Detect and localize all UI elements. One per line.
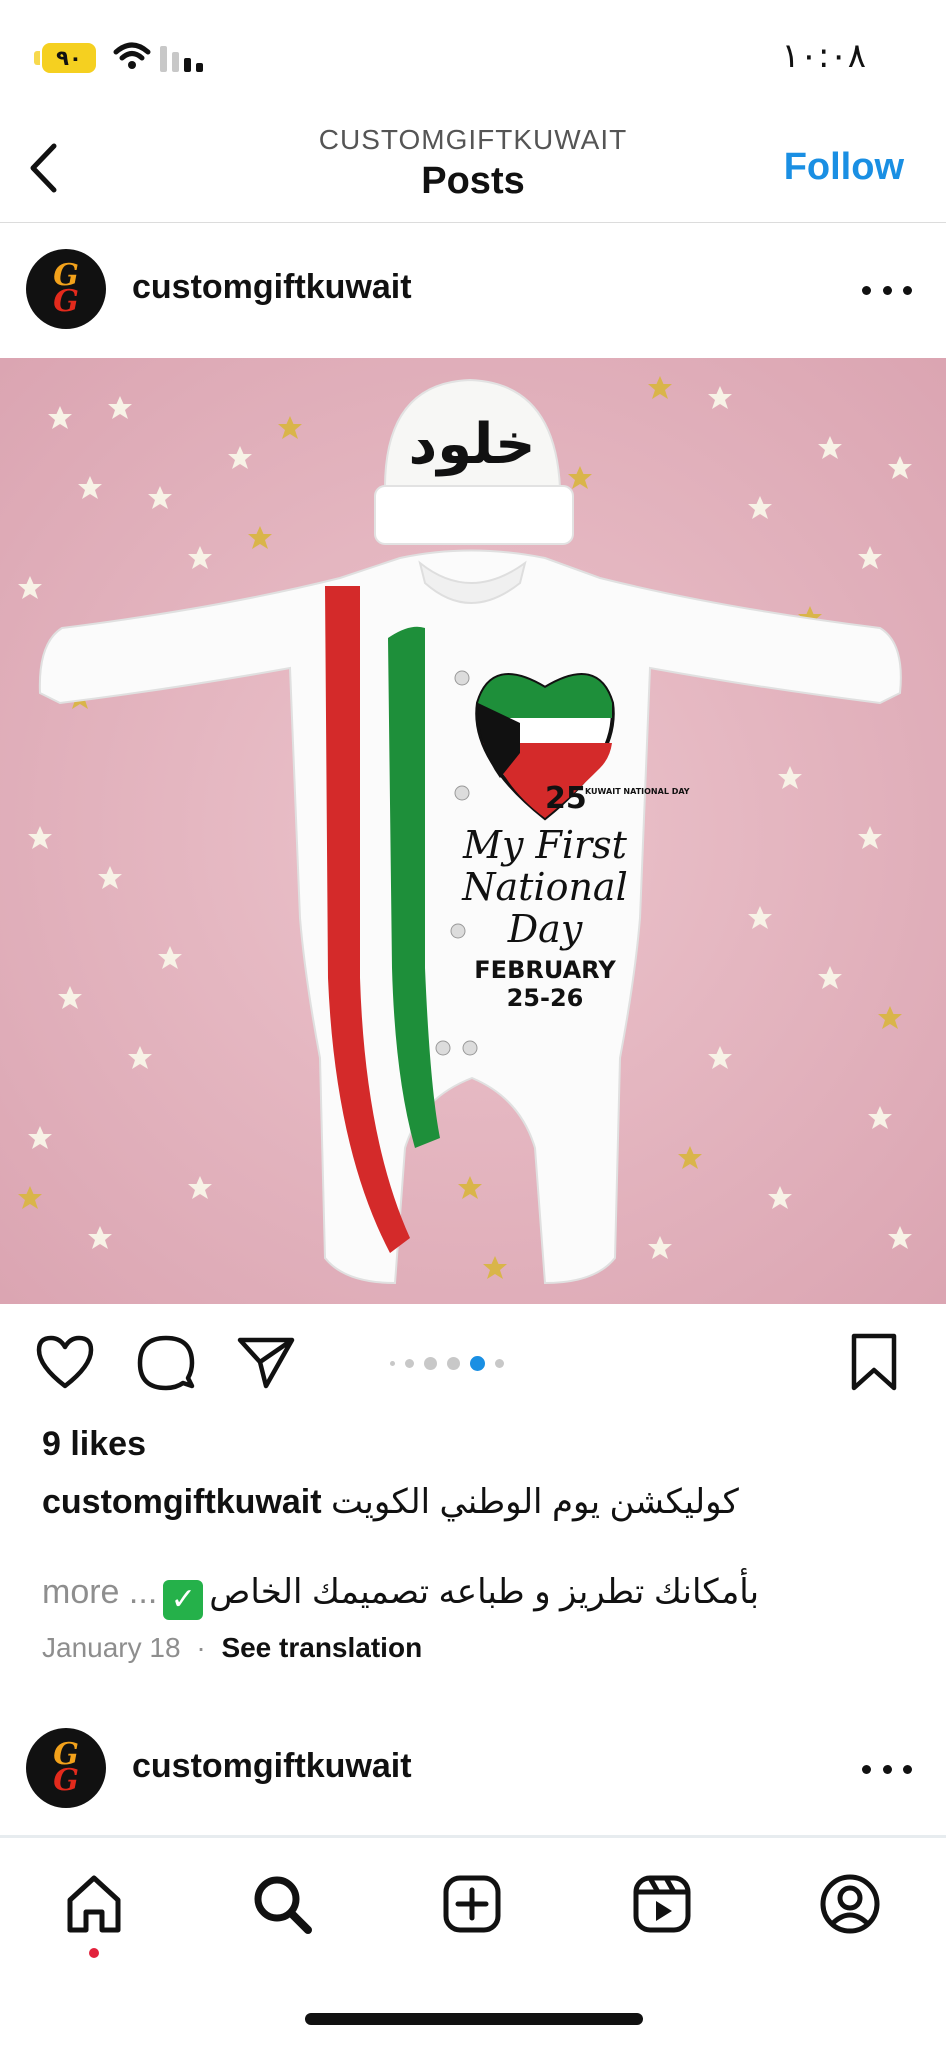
caption: customgiftkuwait كوليكشن يوم الوطني الكو… [42, 1482, 739, 1522]
wifi-icon [113, 42, 151, 69]
post-username[interactable]: customgiftkuwait [132, 268, 412, 307]
post-actions [0, 1330, 946, 1400]
more-dot-icon [903, 1764, 912, 1774]
print-line1: My First [462, 823, 628, 867]
post-meta: January 18 · See translation [42, 1632, 422, 1664]
see-translation-link[interactable]: See translation [221, 1632, 422, 1663]
post-image[interactable]: خلود 25 KUWAIT NATIONAL DAY My First Nat… [0, 358, 946, 1304]
home-icon[interactable] [62, 1872, 126, 1936]
status-time: ١٠:٠٨ [781, 36, 866, 76]
profile-icon[interactable] [818, 1872, 882, 1936]
carousel-dot [424, 1357, 437, 1370]
avatar[interactable]: GG [26, 1728, 106, 1808]
more-options-button[interactable] [862, 280, 912, 300]
print-line2: National [461, 865, 628, 909]
home-indicator [305, 2013, 643, 2025]
search-icon[interactable] [250, 1872, 314, 1936]
battery-tip [34, 51, 40, 65]
cellular-signal-icon [160, 46, 203, 72]
avatar-logo: GG [53, 1737, 79, 1798]
page-header: CUSTOMGIFTKUWAIT Posts Follow [0, 110, 946, 223]
reels-icon[interactable] [630, 1872, 694, 1936]
caption-ellipsis: ... [128, 1573, 158, 1611]
comment-icon[interactable] [134, 1330, 198, 1394]
bottom-navigation [0, 1835, 946, 2048]
heart-number: 25 [545, 781, 587, 816]
more-link[interactable]: more [42, 1573, 119, 1611]
more-dot-icon [862, 1764, 871, 1774]
carousel-indicator [390, 1356, 504, 1371]
save-bookmark-icon[interactable] [842, 1330, 906, 1394]
meta-separator: · [196, 1632, 206, 1663]
battery-indicator: ٩٠ [42, 43, 96, 73]
more-dot-icon [882, 1764, 892, 1774]
more-dot-icon [882, 285, 892, 295]
print-line3: Day [507, 907, 583, 951]
carousel-dot [495, 1359, 504, 1368]
share-send-icon[interactable] [234, 1330, 298, 1394]
carousel-dot-active [470, 1356, 485, 1371]
next-post-header: GG customgiftkuwait [0, 1700, 946, 1833]
print-line4: FEBRUARY [474, 956, 616, 984]
caption-text: كوليكشن يوم الوطني الكويت [331, 1483, 739, 1521]
avatar[interactable]: GG [26, 249, 106, 329]
create-icon[interactable] [440, 1872, 504, 1936]
caption-line2: more ... ✓ بأمكانك تطريز و طباعه تصميمك ال… [42, 1572, 759, 1620]
post-date: January 18 [42, 1632, 181, 1663]
post-header: GG customgiftkuwait [0, 223, 946, 356]
check-mark-icon: ✓ [163, 1580, 204, 1620]
status-bar: ٩٠ ١٠:٠٨ [0, 0, 946, 110]
more-options-button[interactable] [862, 1759, 912, 1779]
carousel-dot [390, 1361, 395, 1366]
more-dot-icon [903, 285, 912, 295]
heart-caption: KUWAIT NATIONAL DAY [585, 787, 690, 796]
next-post-username[interactable]: customgiftkuwait [132, 1747, 412, 1786]
like-heart-icon[interactable] [33, 1330, 97, 1394]
more-dot-icon [862, 285, 871, 295]
likes-count[interactable]: 9 likes [42, 1425, 146, 1464]
avatar-logo: GG [53, 258, 79, 319]
post-image-graphic: خلود 25 KUWAIT NATIONAL DAY My First Nat… [0, 358, 946, 1304]
follow-button[interactable]: Follow [784, 146, 904, 189]
hat-name-text: خلود [408, 412, 535, 477]
caption-username[interactable]: customgiftkuwait [42, 1483, 322, 1521]
notification-dot [89, 1948, 99, 1958]
carousel-dot [405, 1359, 414, 1368]
caption-line2-text: بأمكانك تطريز و طباعه تصميمك الخاص [209, 1573, 760, 1611]
print-line5: 25-26 [507, 984, 584, 1012]
carousel-dot [447, 1357, 460, 1370]
